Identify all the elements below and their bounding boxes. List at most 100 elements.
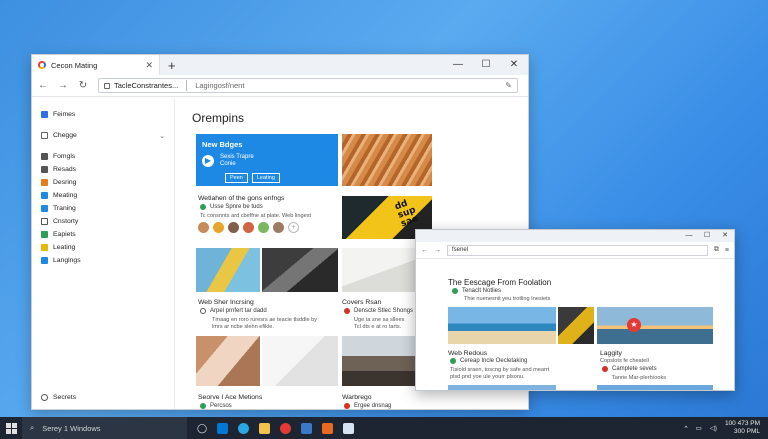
sidebar-item-meating[interactable]: Meating — [41, 189, 165, 202]
check-item: Camplete sevets — [602, 366, 657, 372]
alert-icon — [344, 403, 350, 409]
sidebar-item-label: Leating — [53, 244, 76, 251]
sidebar-item-chegge[interactable]: Chegge ⌄ — [41, 129, 165, 142]
card-button-leating[interactable]: Leating — [251, 173, 280, 183]
sidebar-item-label: Chegge — [53, 132, 77, 139]
sidebar-item-desring[interactable]: Desring — [41, 176, 165, 189]
close-button[interactable]: ✕ — [500, 55, 528, 75]
edge-icon[interactable] — [238, 422, 250, 434]
close-tab-icon[interactable]: ✕ — [145, 60, 153, 71]
phone-image[interactable] — [262, 336, 338, 386]
search-icon: ⌕ — [30, 423, 35, 432]
avatar[interactable] — [243, 222, 254, 233]
app-icon[interactable] — [343, 422, 355, 434]
chart-icon — [41, 231, 48, 238]
taskbar-apps: ◯ — [197, 422, 355, 434]
sidebar-item-label: Resads — [53, 166, 77, 173]
browser-toolbar: ← → ↻ TacleConstrantes... Lagingosf/nent… — [32, 75, 528, 97]
featured-card[interactable]: New Bdges ▶ Sexis Trapre Conie Peen Leat… — [196, 134, 338, 186]
folder-icon[interactable] — [259, 422, 271, 434]
title-bar: Cecon Mating ✕ + — ☐ ✕ — [32, 55, 528, 75]
clock[interactable]: 100 473 PM 300 PML — [725, 420, 760, 436]
maximize-button[interactable]: ☐ — [698, 230, 716, 242]
preview-image[interactable] — [597, 385, 713, 390]
check-item: Tenaclt Notlies — [452, 288, 501, 294]
sidebar-item-fomgls[interactable]: Fomgls — [41, 150, 165, 163]
card-title: New Bdges — [202, 140, 243, 149]
arm-image[interactable] — [196, 336, 260, 386]
toy-image[interactable] — [196, 248, 260, 292]
avatar-row: + — [198, 222, 299, 233]
address-bar[interactable]: TacleConstrantes... Lagingosf/nent ✎ — [98, 78, 518, 93]
section-title: Web Redous — [448, 350, 488, 357]
section-title: Web Sher Incrsing — [198, 299, 254, 306]
chevron-down-icon[interactable]: ⌄ — [159, 132, 165, 140]
forward-arrow-icon[interactable]: → — [58, 80, 68, 91]
sunset-image[interactable]: ★ — [597, 307, 713, 344]
taskbar-search[interactable]: ⌕ Serey 1 Windows — [22, 417, 187, 439]
browser-window-secondary: — ☐ ✕ ← → fsenel ⧉ ≡ The Eescage From Fo… — [415, 229, 735, 391]
sidebar-item-label: Langlngs — [53, 257, 81, 264]
minimize-button[interactable]: — — [444, 55, 472, 75]
forward-arrow-icon[interactable]: → — [434, 247, 441, 254]
sidebar-item-label: Cnstorty — [53, 218, 79, 225]
card-line: Conie — [220, 161, 236, 167]
network-icon[interactable]: ▭ — [696, 424, 702, 432]
avatar[interactable] — [273, 222, 284, 233]
beach-image[interactable] — [448, 307, 556, 344]
section-title: Covers Rsan — [342, 299, 382, 306]
maximize-button[interactable]: ☐ — [472, 55, 500, 75]
sidebar-item-eapiets[interactable]: Eapiets — [41, 228, 165, 241]
card-button-peen[interactable]: Peen — [225, 173, 248, 183]
sidebar-item-feimes[interactable]: Feimes — [41, 108, 165, 121]
section-desc: Uge ta sne sa sllees — [354, 317, 405, 323]
construction-image[interactable] — [558, 307, 594, 344]
sidebar-item-leating[interactable]: Leating — [41, 241, 165, 254]
avatar[interactable] — [213, 222, 224, 233]
office-icon[interactable] — [322, 422, 334, 434]
media-icon[interactable] — [280, 422, 292, 434]
add-avatar-icon[interactable]: + — [288, 222, 299, 233]
chevron-up-icon[interactable]: ^ — [685, 425, 688, 432]
sidebar-item-traning[interactable]: Traning — [41, 202, 165, 215]
sidebar-item-cnstorty[interactable]: Cnstorty — [41, 215, 165, 228]
task-view-icon[interactable]: ◯ — [197, 423, 207, 434]
sidebar-item-resads[interactable]: Resads — [41, 163, 165, 176]
back-arrow-icon[interactable]: ← — [421, 247, 428, 254]
address-bar[interactable]: fsenel — [447, 244, 708, 256]
avatar[interactable] — [228, 222, 239, 233]
check-item: Usse Spnre be tuds — [200, 204, 263, 210]
lock-icon — [104, 82, 110, 89]
wood-image[interactable] — [342, 134, 432, 186]
section-desc: plsd pnd yoe ule yourr plsonu. — [450, 374, 525, 380]
check-item: Percsos — [200, 403, 232, 409]
edit-icon[interactable]: ✎ — [505, 81, 512, 90]
volume-icon[interactable]: ◁) — [710, 424, 717, 432]
system-tray: ^ ▭ ◁) 100 473 PM 300 PML — [685, 420, 768, 436]
sidebar-item-label: Eapiets — [53, 231, 76, 238]
section-sub: Copslots fe cheatell — [600, 358, 649, 364]
files-icon[interactable] — [217, 422, 229, 434]
avatar[interactable] — [258, 222, 269, 233]
sidebar-item-langlngs[interactable]: Langlngs — [41, 254, 165, 267]
new-tab-button[interactable]: + — [168, 58, 176, 73]
pin-icon[interactable]: ★ — [627, 318, 641, 332]
section-title: Warbrego — [342, 394, 372, 401]
store-icon[interactable] — [301, 422, 313, 434]
back-arrow-icon[interactable]: ← — [38, 80, 48, 91]
video-icon — [41, 205, 48, 212]
preview-image[interactable] — [448, 385, 556, 390]
browser-tab[interactable]: Cecon Mating ✕ — [32, 55, 160, 75]
close-button[interactable]: ✕ — [716, 230, 734, 242]
lines-icon — [41, 166, 48, 173]
reload-icon[interactable]: ↻ — [78, 80, 88, 91]
dashboard-image[interactable] — [262, 248, 338, 292]
avatar[interactable] — [198, 222, 209, 233]
start-button[interactable] — [0, 422, 22, 434]
title-bar: — ☐ ✕ — [416, 230, 734, 242]
settings-icon — [41, 394, 48, 401]
minimize-button[interactable]: — — [680, 230, 698, 242]
clock-date: 300 PML — [733, 428, 760, 435]
sidebar-item-secrets[interactable]: Secrets — [41, 394, 76, 401]
play-icon: ▶ — [202, 155, 214, 167]
